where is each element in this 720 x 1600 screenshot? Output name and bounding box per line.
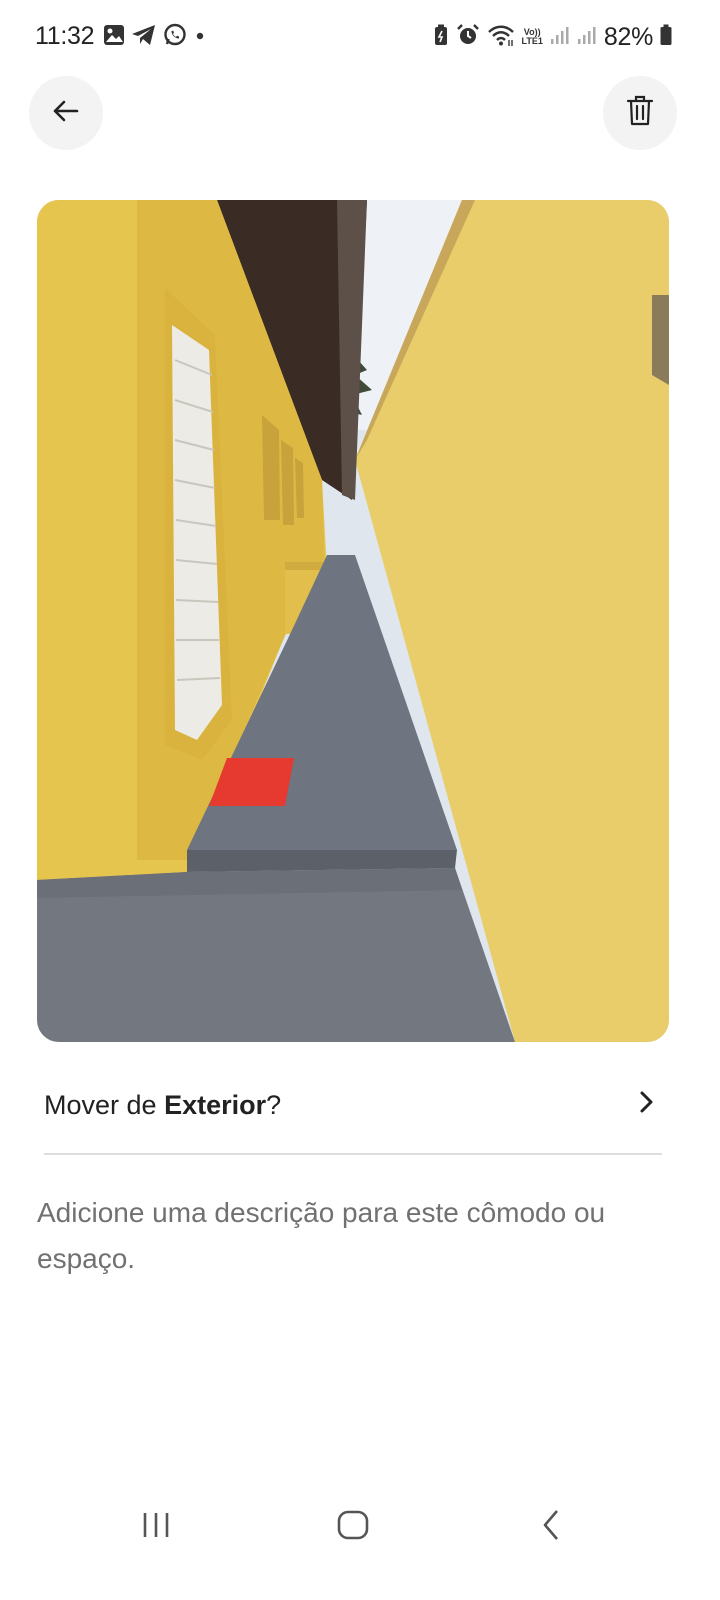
battery-percent: 82% [603,22,653,51]
battery-icon [660,24,672,51]
home-icon [336,1509,370,1546]
move-prefix: Mover de [44,1090,165,1120]
back-icon [539,1508,563,1547]
alarm-icon [456,23,480,52]
whatsapp-icon [163,23,187,52]
battery-saver-icon [433,24,449,51]
status-left-icons [103,23,207,51]
room-photo[interactable] [37,200,669,1042]
home-button[interactable] [323,1502,383,1552]
move-room-label: Mover de Exterior? [44,1090,281,1121]
gallery-icon [103,24,125,51]
status-right-icons: Vo)) LTE1 82% [433,21,672,53]
status-time: 11:32 [35,22,95,50]
wifi-icon [487,23,515,52]
lte-label: LTE1 [521,36,543,46]
trash-icon [626,95,654,132]
status-bar: 11:32 Vo)) LTE1 82% [0,0,720,72]
current-room-name: Exterior [164,1090,267,1120]
arrow-left-icon [51,96,81,131]
move-room-row[interactable]: Mover de Exterior? [44,1078,664,1134]
move-suffix: ? [266,1090,282,1120]
recent-apps-icon [140,1510,172,1545]
back-button[interactable] [29,76,103,150]
signal-icon [577,25,597,50]
notification-dot-icon [193,28,207,47]
delete-photo-button[interactable] [603,76,677,150]
divider [44,1153,662,1155]
volte-lte-icon: Vo)) LTE1 [522,28,543,46]
signal-icon [550,25,570,50]
description-input[interactable]: Adicione uma descrição para este cômodo … [37,1190,677,1282]
telegram-icon [131,24,157,51]
recent-apps-button[interactable] [126,1502,186,1552]
chevron-right-icon [632,1088,660,1116]
system-nav-bar [0,1480,720,1570]
nav-back-button[interactable] [521,1502,581,1552]
